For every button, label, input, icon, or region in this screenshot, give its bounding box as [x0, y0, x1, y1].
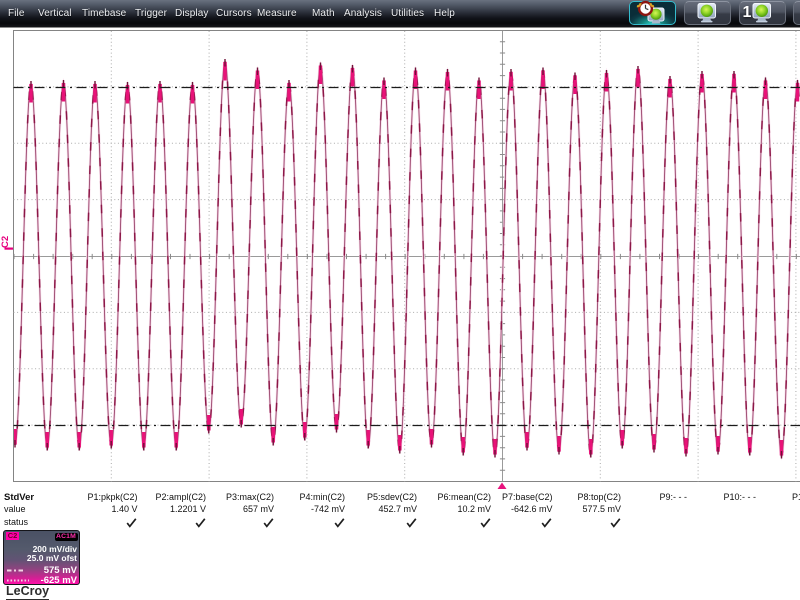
svg-text:C2: C2: [0, 236, 11, 248]
